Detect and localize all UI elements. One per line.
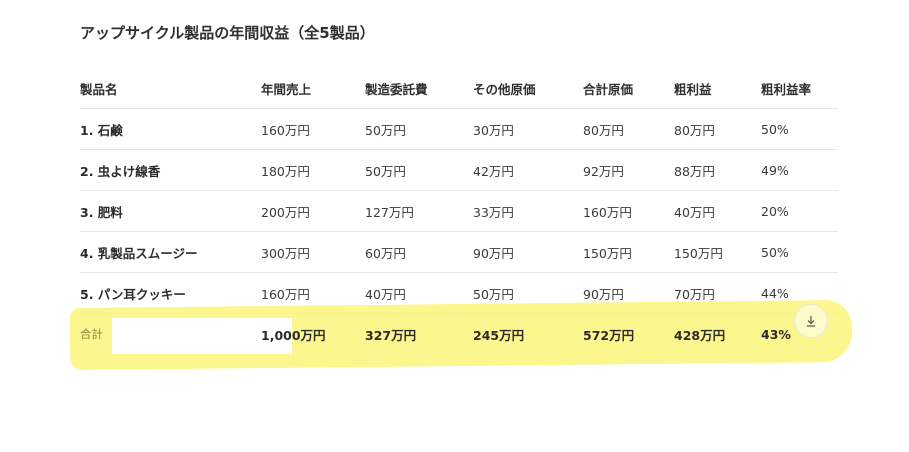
annual-sales-cell: 160万円	[261, 108, 365, 150]
gross-margin-cell: 50%	[761, 231, 838, 273]
other-cost-cell: 90万円	[473, 231, 583, 273]
table-row: 2. 虫よけ線香 180万円 50万円 42万円 92万円 88万円 49%	[80, 149, 838, 191]
total-cost-cell: 160万円	[583, 190, 674, 232]
gross-profit-cell: 88万円	[674, 149, 761, 191]
gross-profit-cell: 40万円	[674, 190, 761, 232]
total-manufacturing-fee: 327万円	[365, 313, 473, 354]
manufacturing-fee-cell: 50万円	[365, 108, 473, 150]
annual-sales-cell: 200万円	[261, 190, 365, 232]
gross-profit-cell: 80万円	[674, 108, 761, 150]
download-arrow-icon	[807, 316, 815, 327]
total-cost-cell: 80万円	[583, 108, 674, 150]
column-header-gross-profit: 粗利益	[674, 81, 712, 97]
total-cost-cell: 92万円	[583, 149, 674, 191]
product-name: 2. 虫よけ線香	[80, 149, 261, 191]
total-label: 合計	[80, 313, 261, 354]
total-row: 合計 1,000万円 327万円 245万円 572万円 428万円 43%	[80, 313, 838, 354]
total-cost-cell: 90万円	[583, 272, 674, 314]
table-row: 1. 石鹸 160万円 50万円 30万円 80万円 80万円 50%	[80, 108, 838, 150]
product-name: 3. 肥料	[80, 190, 261, 232]
annual-sales-cell: 300万円	[261, 231, 365, 273]
column-header-other-cost: その他原価	[473, 81, 536, 97]
column-header-product: 製品名	[80, 81, 118, 97]
gross-profit-cell: 70万円	[674, 272, 761, 314]
gross-margin-cell: 50%	[761, 108, 838, 150]
annual-sales-cell: 180万円	[261, 149, 365, 191]
total-cost-cell: 150万円	[583, 231, 674, 273]
product-name: 4. 乳製品スムージー	[80, 231, 261, 273]
column-header-total-cost: 合計原価	[583, 81, 634, 97]
table-title: アップサイクル製品の年間収益（全5製品）	[80, 24, 375, 42]
column-header-manufacturing-fee: 製造委託費	[365, 81, 428, 97]
gross-margin-cell: 49%	[761, 149, 838, 191]
other-cost-cell: 42万円	[473, 149, 583, 191]
product-name: 5. パン耳クッキー	[80, 272, 261, 314]
gross-profit-cell: 150万円	[674, 231, 761, 273]
total-gross-profit: 428万円	[674, 313, 761, 354]
table-row: 4. 乳製品スムージー 300万円 60万円 90万円 150万円 150万円 …	[80, 231, 838, 273]
manufacturing-fee-cell: 60万円	[365, 231, 473, 273]
total-cost: 572万円	[583, 313, 674, 354]
total-annual-sales: 1,000万円	[261, 313, 365, 354]
table-row: 3. 肥料 200万円 127万円 33万円 160万円 40万円 20%	[80, 190, 838, 232]
table-header-row: 製品名 年間売上 製造委託費 その他原価 合計原価 粗利益 粗利益率	[80, 68, 838, 109]
annual-sales-cell: 160万円	[261, 272, 365, 314]
column-header-annual-sales: 年間売上	[261, 81, 312, 97]
manufacturing-fee-cell: 40万円	[365, 272, 473, 314]
table-row: 5. パン耳クッキー 160万円 40万円 50万円 90万円 70万円 44%	[80, 272, 838, 314]
manufacturing-fee-cell: 50万円	[365, 149, 473, 191]
other-cost-cell: 33万円	[473, 190, 583, 232]
revenue-table: 製品名 年間売上 製造委託費 その他原価 合計原価 粗利益 粗利益率 1. 石鹸…	[80, 68, 838, 354]
other-cost-cell: 30万円	[473, 108, 583, 150]
manufacturing-fee-cell: 127万円	[365, 190, 473, 232]
product-name: 1. 石鹸	[80, 108, 261, 150]
gross-margin-cell: 20%	[761, 190, 838, 232]
column-header-gross-margin: 粗利益率	[761, 81, 812, 97]
download-button[interactable]	[794, 304, 828, 338]
total-other-cost: 245万円	[473, 313, 583, 354]
other-cost-cell: 50万円	[473, 272, 583, 314]
